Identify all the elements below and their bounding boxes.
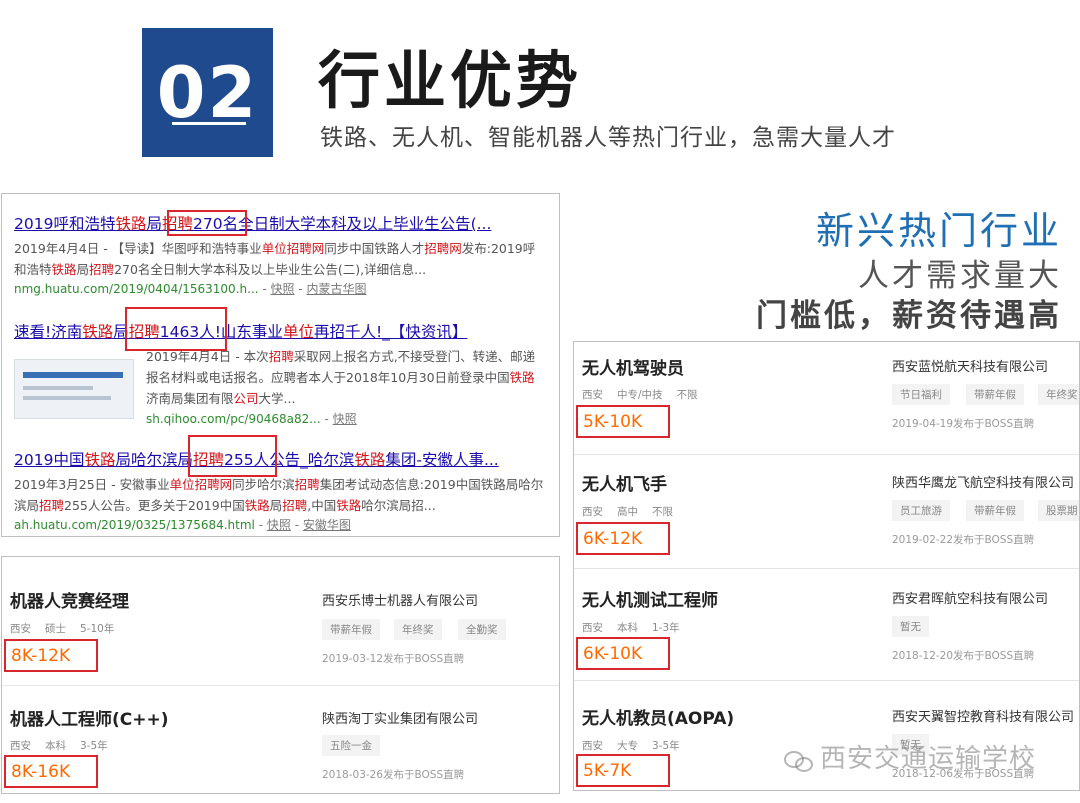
job-requirements: 西安 中专/中技 不限 [582,389,698,401]
job-salary: 5K-10K [576,405,670,438]
source-link[interactable]: 内蒙古华图 [307,282,367,296]
search-result-title-link[interactable]: 速看!济南铁路局招聘1463人!山东事业单位再招千人!_【快资讯】 [14,320,467,342]
snapshot-link[interactable]: 快照 [271,282,295,296]
section-number-box: 02 [142,28,273,157]
snapshot-link[interactable]: 快照 [267,518,291,532]
search-result: 2019呼和浩特铁路局招聘270名全日制大学本科及以上毕业生公告(... 201… [14,212,535,297]
snapshot-link[interactable]: 快照 [333,412,357,426]
job-tag: 五险一金 [322,735,380,756]
job-salary: 6K-10K [576,637,670,670]
job-tag: 年终奖 [394,619,442,640]
search-result-snippet: 2019年4月4日 - 本次招聘采取网上报名方式,不接受登门、转递、邮递 报名材… [146,349,536,406]
job-card[interactable]: 机器人工程师(C++) 西安 本科 3-5年 8K-16K 陕西淘丁实业集团有限公司… [2,675,559,793]
search-result-snippet: 2019年3月25日 - 安徽事业单位招聘网同步哈尔滨招聘集团考试动态信息:20… [14,477,544,513]
job-tag: 暂无 [892,616,929,637]
highlight-box [167,210,247,236]
search-result-title-link[interactable]: 2019中国铁路局哈尔滨局招聘255人公告_哈尔滨铁路集团-安徽人事... [14,448,543,470]
job-card[interactable]: 无人机驾驶员 西安 中专/中技 不限 5K-10K 西安蓝悦航天科技有限公司 节日福… [574,342,1079,454]
result-thumbnail [14,359,134,419]
robot-jobs-panel: 机器人竞赛经理 西安 硕士 5-10年 8K-12K 西安乐博士机器人有限公司 带薪… [1,556,560,794]
headline-low-threshold: 门槛低，薪资待遇高 [756,298,1062,334]
job-company: 西安乐博士机器人有限公司 [322,594,479,609]
job-requirements: 西安 硕士 5-10年 [10,623,115,635]
job-company: 陕西淘丁实业集团有限公司 [322,712,479,727]
search-result-title-link[interactable]: 2019呼和浩特铁路局招聘270名全日制大学本科及以上毕业生公告(... [14,212,535,234]
job-post-date: 2018-03-26发布于BOSS直聘 [322,769,465,781]
job-requirements: 西安 大专 3-5年 [582,740,680,752]
job-salary: 5K-7K [576,754,670,787]
job-tag: 股票期 [1038,500,1079,521]
job-title: 无人机教员(AOPA) [582,709,735,729]
job-title: 无人机驾驶员 [582,359,684,379]
job-tag: 节日福利 [892,384,950,405]
headline-talent-demand: 人才需求量大 [858,258,1062,294]
search-result-url: sh.qihoo.com/pc/90468a82... - 快照 [146,412,357,426]
watermark: 西安交通运输学校 [784,738,1036,775]
job-post-date: 2018-12-20发布于BOSS直聘 [892,650,1035,662]
job-tag: 带薪年假 [966,384,1024,405]
job-title: 无人机飞手 [582,475,667,495]
highlight-box [188,435,277,477]
job-post-date: 2019-03-12发布于BOSS直聘 [322,653,465,665]
job-requirements: 西安 本科 3-5年 [10,740,108,752]
job-tag: 全勤奖 [458,619,506,640]
job-title: 机器人工程师(C++) [10,710,169,730]
job-salary: 8K-16K [4,755,98,788]
job-title: 无人机测试工程师 [582,591,718,611]
section-number-underline [172,122,246,125]
job-post-date: 2019-02-22发布于BOSS直聘 [892,534,1035,546]
wechat-icon [784,749,814,772]
search-result-url: ah.huatu.com/2019/0325/1375684.html - 快照… [14,518,351,532]
job-post-date: 2019-04-19发布于BOSS直聘 [892,418,1035,430]
job-salary: 8K-12K [4,639,98,672]
watermark-text: 西安交通运输学校 [820,744,1037,774]
search-results-panel: 2019呼和浩特铁路局招聘270名全日制大学本科及以上毕业生公告(... 201… [1,193,560,537]
job-tag: 带薪年假 [322,619,380,640]
job-title: 机器人竞赛经理 [10,592,129,612]
search-result: 速看!济南铁路局招聘1463人!山东事业单位再招千人!_【快资讯】 [14,320,467,342]
page-title: 行业优势 [318,44,583,117]
source-link[interactable]: 安徽华图 [303,518,351,532]
job-salary: 6K-12K [576,522,670,555]
job-company: 西安君晖航空科技有限公司 [892,592,1049,607]
job-company: 陕西华鹰龙飞航空科技有限公司 [892,476,1075,491]
headline-emerging-industry: 新兴热门行业 [815,209,1062,253]
job-requirements: 西安 本科 1-3年 [582,622,680,634]
search-result: 2019中国铁路局哈尔滨局招聘255人公告_哈尔滨铁路集团-安徽人事... 20… [14,448,543,533]
search-result-snippet: 2019年4月4日 - 【导读】华图呼和浩特事业单位招聘网同步中国铁路人才招聘网… [14,241,536,277]
job-card[interactable]: 无人机飞手 西安 高中 不限 6K-12K 陕西华鹰龙飞航空科技有限公司 员工旅游 … [574,454,1079,568]
search-result-url: nmg.huatu.com/2019/0404/1563100.h... - 快… [14,282,367,296]
job-card[interactable]: 无人机测试工程师 西安 本科 1-3年 6K-10K 西安君晖航空科技有限公司 暂无… [574,568,1079,680]
job-requirements: 西安 高中 不限 [582,506,673,518]
job-card[interactable]: 机器人竞赛经理 西安 硕士 5-10年 8K-12K 西安乐博士机器人有限公司 带薪… [2,557,559,675]
drone-jobs-panel: 无人机驾驶员 西安 中专/中技 不限 5K-10K 西安蓝悦航天科技有限公司 节日福… [573,341,1080,791]
job-company: 西安天翼智控教育科技有限公司 [892,710,1075,725]
job-tag: 员工旅游 [892,500,950,521]
page-subtitle: 铁路、无人机、智能机器人等热门行业，急需大量人才 [320,125,896,151]
job-company: 西安蓝悦航天科技有限公司 [892,360,1049,375]
job-tag: 带薪年假 [966,500,1024,521]
highlight-box [125,307,227,351]
job-tag: 年终奖 [1038,384,1079,405]
